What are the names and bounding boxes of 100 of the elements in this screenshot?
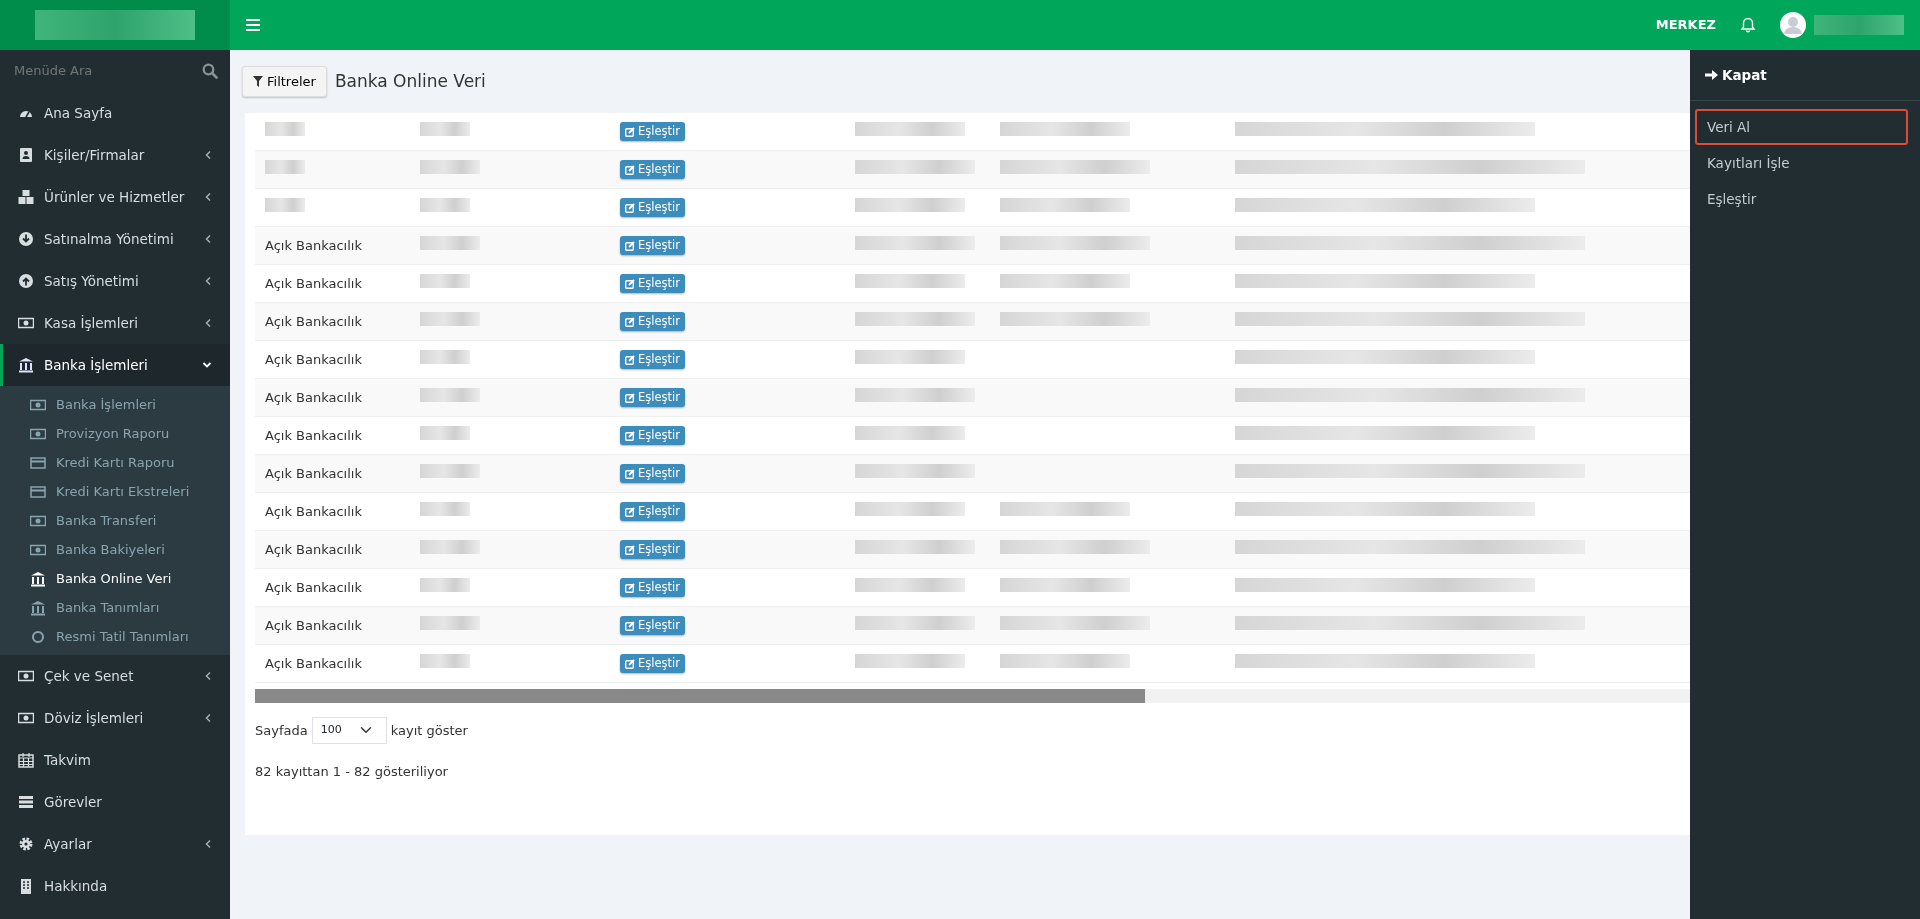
sidebar-item[interactable]: Kasa İşlemleri — [0, 302, 230, 344]
filter-button[interactable]: Filtreler — [242, 65, 327, 98]
search-icon[interactable] — [202, 63, 218, 79]
table-cell: Açık Bankacılık — [265, 617, 362, 633]
blurred-text — [420, 463, 480, 478]
match-button[interactable]: Eşleştir — [620, 311, 685, 332]
match-button[interactable]: Eşleştir — [620, 121, 685, 142]
building-icon — [18, 878, 34, 894]
edit-icon — [625, 430, 635, 441]
branch-label[interactable]: MERKEZ — [1655, 15, 1716, 35]
table-cell: Açık Bankacılık — [265, 427, 362, 443]
panel-menu-item[interactable]: Veri Al — [1695, 109, 1908, 145]
table-cell: Açık Bankacılık — [265, 541, 362, 557]
menu-search-field[interactable]: Menüde Ara — [12, 60, 202, 82]
page-size-label: kayıt göster — [390, 721, 468, 740]
menu-icon[interactable] — [246, 19, 260, 31]
chevron-left-icon — [204, 318, 212, 328]
blurred-text — [420, 159, 480, 174]
chevron-left-icon — [204, 839, 212, 849]
calendar-icon — [18, 752, 34, 768]
blurred-text — [420, 653, 470, 668]
bank-icon — [30, 599, 46, 616]
table-cell: Açık Bankacılık — [265, 351, 362, 367]
match-button[interactable]: Eşleştir — [620, 463, 685, 484]
money-icon — [18, 668, 34, 684]
match-button[interactable]: Eşleştir — [620, 425, 685, 446]
page-size-select[interactable]: 100 — [311, 717, 387, 744]
submenu-item[interactable]: Banka Transferi — [0, 506, 230, 535]
match-button[interactable]: Eşleştir — [620, 349, 685, 370]
download-circle-icon — [18, 231, 34, 247]
sidebar-item[interactable]: Görevler — [0, 781, 230, 823]
edit-icon — [625, 658, 635, 669]
bell-icon[interactable] — [1740, 17, 1756, 33]
chevron-down-icon — [202, 361, 212, 369]
table-cell: Açık Bankacılık — [265, 237, 362, 253]
table-cell: Açık Bankacılık — [265, 503, 362, 519]
edit-icon — [625, 544, 635, 555]
blurred-text — [420, 311, 480, 326]
sidebar-item[interactable]: Ana Sayfa — [0, 92, 230, 134]
blurred-text — [420, 539, 480, 554]
match-button[interactable]: Eşleştir — [620, 159, 685, 180]
table-cell: Açık Bankacılık — [265, 275, 362, 291]
edit-icon — [625, 506, 635, 517]
match-button[interactable]: Eşleştir — [620, 615, 685, 636]
blurred-text — [265, 197, 305, 212]
avatar-icon[interactable] — [1780, 12, 1806, 38]
match-button[interactable]: Eşleştir — [620, 197, 685, 218]
submenu-item[interactable]: Provizyon Raporu — [0, 419, 230, 448]
submenu-item[interactable]: Resmi Tatil Tanımları — [0, 622, 230, 651]
edit-icon — [625, 126, 635, 137]
table-cell: Açık Bankacılık — [265, 655, 362, 671]
submenu-item[interactable]: Banka Bakiyeleri — [0, 535, 230, 564]
sidebar-item[interactable]: Banka İşlemleri — [0, 344, 230, 386]
bank-icon — [30, 570, 46, 587]
upload-circle-icon — [18, 273, 34, 289]
sidebar-item[interactable]: Satış Yönetimi — [0, 260, 230, 302]
submenu-item[interactable]: Banka Tanımları — [0, 593, 230, 622]
sidebar-item[interactable]: Ürünler ve Hizmetler — [0, 176, 230, 218]
match-button[interactable]: Eşleştir — [620, 501, 685, 522]
match-button[interactable]: Eşleştir — [620, 273, 685, 294]
edit-icon — [625, 468, 635, 479]
blurred-text — [420, 577, 470, 592]
chevron-left-icon — [204, 671, 212, 681]
submenu-item[interactable]: Kredi Kartı Raporu — [0, 448, 230, 477]
money-icon — [18, 315, 34, 331]
panel-menu-item[interactable]: Eşleştir — [1695, 181, 1908, 217]
table-cell: Açık Bankacılık — [265, 313, 362, 329]
match-button[interactable]: Eşleştir — [620, 577, 685, 598]
panel-menu-item[interactable]: Kayıtları İşle — [1695, 145, 1908, 181]
edit-icon — [625, 354, 635, 365]
page-title: Banka Online Veri — [334, 69, 486, 93]
table-cell: Açık Bankacılık — [265, 579, 362, 595]
table-cell: Açık Bankacılık — [265, 465, 362, 481]
sidebar-item[interactable]: Satınalma Yönetimi — [0, 218, 230, 260]
match-button[interactable]: Eşleştir — [620, 235, 685, 256]
chevron-left-icon — [204, 276, 212, 286]
submenu-item[interactable]: Banka Online Veri — [0, 564, 230, 593]
sidebar-item[interactable]: Çek ve Senet — [0, 655, 230, 697]
submenu-item[interactable]: Kredi Kartı Ekstreleri — [0, 477, 230, 506]
chevron-left-icon — [204, 713, 212, 723]
money-icon — [18, 710, 34, 726]
edit-icon — [625, 582, 635, 593]
chevron-left-icon — [204, 234, 212, 244]
match-button[interactable]: Eşleştir — [620, 387, 685, 408]
edit-icon — [625, 240, 635, 251]
sidebar-item[interactable]: Takvim — [0, 739, 230, 781]
edit-icon — [625, 164, 635, 175]
sidebar-item[interactable]: Kişiler/Firmalar — [0, 134, 230, 176]
sidebar-item[interactable]: Hakkında — [0, 865, 230, 907]
match-button[interactable]: Eşleştir — [620, 539, 685, 560]
credit-card-icon — [30, 454, 46, 471]
submenu-item[interactable]: Banka İşlemleri — [0, 390, 230, 419]
sidebar-item[interactable]: Döviz İşlemleri — [0, 697, 230, 739]
close-button[interactable]: Kapat — [1705, 64, 1767, 86]
blurred-text — [420, 501, 470, 516]
sidebar-item[interactable]: Ayarlar — [0, 823, 230, 865]
blurred-text — [420, 387, 480, 402]
match-button[interactable]: Eşleştir — [620, 653, 685, 674]
contact-card-icon — [18, 147, 34, 163]
blurred-text — [420, 615, 480, 630]
